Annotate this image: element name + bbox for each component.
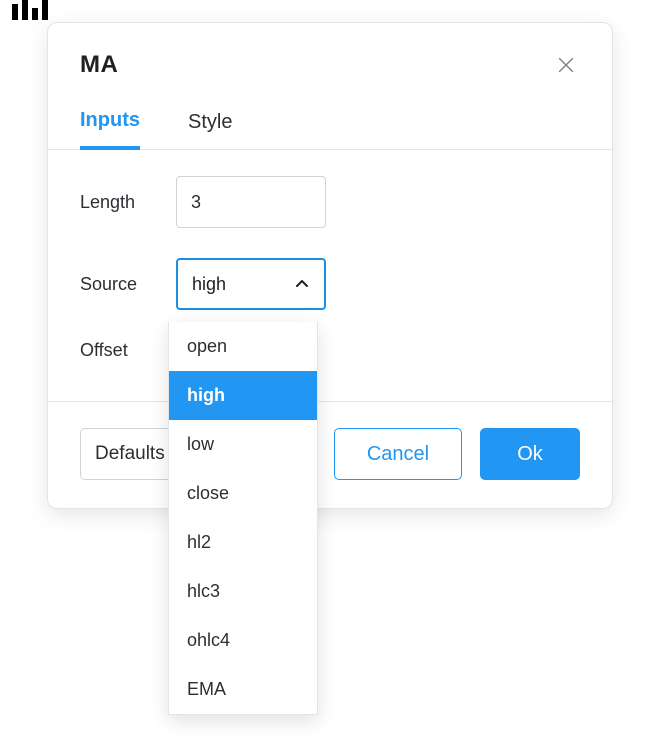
row-offset: Offset — [80, 340, 580, 361]
length-input[interactable] — [176, 176, 326, 228]
cancel-button[interactable]: Cancel — [334, 428, 462, 480]
offset-label: Offset — [80, 340, 176, 361]
close-button[interactable] — [552, 51, 580, 79]
footer-right-buttons: Cancel Ok — [334, 428, 580, 480]
close-icon — [555, 54, 577, 76]
source-label: Source — [80, 274, 176, 295]
source-option-low[interactable]: low — [169, 420, 317, 469]
source-option-open[interactable]: open — [169, 322, 317, 371]
source-select-value: high — [192, 274, 226, 295]
source-option-ema[interactable]: EMA — [169, 665, 317, 714]
tabs: Inputs Style — [48, 79, 612, 150]
source-option-close[interactable]: close — [169, 469, 317, 518]
tab-style[interactable]: Style — [188, 109, 232, 149]
row-source: Source high — [80, 258, 580, 310]
source-option-hlc3[interactable]: hlc3 — [169, 567, 317, 616]
source-option-ohlc4[interactable]: ohlc4 — [169, 616, 317, 665]
length-label: Length — [80, 192, 176, 213]
tab-inputs[interactable]: Inputs — [80, 109, 140, 150]
source-option-high[interactable]: high — [169, 371, 317, 420]
dialog-title: MA — [80, 51, 118, 79]
dialog-header: MA — [48, 23, 612, 79]
row-length: Length — [80, 176, 580, 228]
chart-bars-fragment-icon — [10, 0, 60, 22]
source-dropdown[interactable]: open high low close hl2 hlc3 ohlc4 EMA — [168, 322, 318, 715]
source-select[interactable]: high — [176, 258, 326, 310]
ma-settings-dialog: MA Inputs Style Length Source high — [47, 22, 613, 509]
source-option-hl2[interactable]: hl2 — [169, 518, 317, 567]
chevron-up-icon — [294, 276, 310, 292]
dialog-footer: Defaults Cancel Ok — [48, 401, 612, 508]
ok-button[interactable]: Ok — [480, 428, 580, 480]
dialog-body: Length Source high Offset — [48, 150, 612, 401]
